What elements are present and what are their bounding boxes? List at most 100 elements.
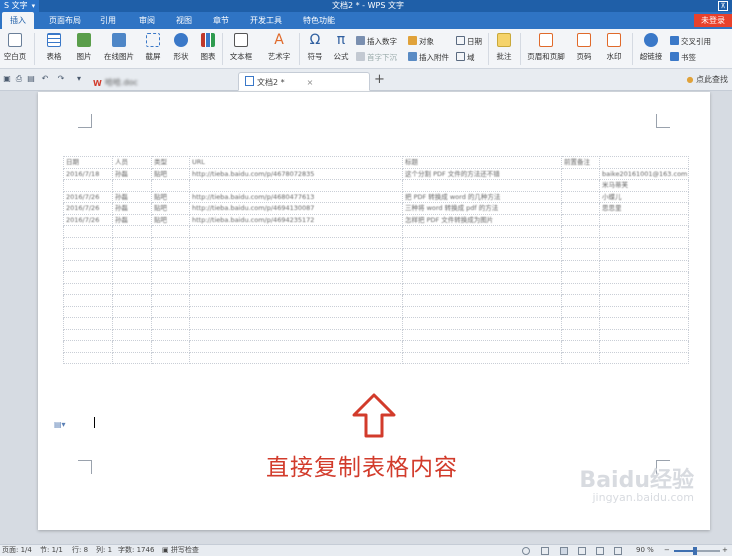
table-cell[interactable] [402,248,562,261]
print-preview-icon[interactable]: ▤ [26,74,36,84]
tab-page-layout[interactable]: 页面布局 [49,12,81,29]
table-cell[interactable] [189,271,403,284]
table-cell[interactable] [561,351,600,364]
table-cell[interactable] [63,248,113,261]
table-cell[interactable]: 三种将 word 转换成 pdf 的方法 [402,202,562,215]
chart-button[interactable]: 图表 [196,33,220,62]
table-cell[interactable] [599,259,689,272]
table-cell[interactable] [151,305,190,318]
picture-button[interactable]: 图片 [70,33,98,62]
table-cell[interactable]: 孙磊 [112,167,152,180]
pasted-table[interactable]: 日期 人员 类型 URL 标题 前置备注 2016/7/18 孙磊 贴吧 http://tieba… [63,156,689,364]
close-icon[interactable]: × [307,78,314,87]
zoom-out-icon[interactable]: − [664,545,670,556]
redo-icon[interactable]: ↷ [56,74,66,84]
online-picture-button[interactable]: 在线图片 [100,33,138,62]
table-cell[interactable] [112,248,152,261]
table-cell[interactable] [561,167,600,180]
textbox-button[interactable]: 文本框 [225,33,257,62]
symbol-button[interactable]: Ω 符号 [302,33,328,62]
table-cell[interactable] [63,351,113,364]
table-cell[interactable]: 贴吧 [151,213,190,226]
table-cell[interactable] [402,271,562,284]
table-cell[interactable] [63,179,113,192]
table-cell[interactable]: 孙磊 [112,190,152,203]
object-button[interactable]: 对象 [408,36,434,48]
table-cell[interactable] [189,294,403,307]
zoom-slider[interactable] [674,550,720,552]
table-cell[interactable] [189,328,403,341]
table-cell[interactable] [402,225,562,238]
table-cell[interactable] [561,282,600,295]
table-cell[interactable] [63,259,113,272]
document-page[interactable]: 日期 人员 类型 URL 标题 前置备注 2016/7/18 孙磊 贴吧 http://tieba… [38,92,710,530]
spell-check-toggle[interactable]: ▣ 拼写检查 [162,545,199,556]
paste-options-icon[interactable]: ▤▾ [54,420,66,429]
table-cell[interactable] [189,317,403,330]
table-cell[interactable] [402,294,562,307]
print-icon[interactable]: ⎙ [14,74,24,84]
table-cell[interactable] [112,225,152,238]
formula-button[interactable]: π 公式 [330,33,352,62]
header-footer-button[interactable]: 页眉和页脚 [524,33,568,62]
table-cell[interactable] [402,259,562,272]
table-cell[interactable]: 日期 [63,156,113,169]
table-cell[interactable] [151,179,190,192]
table-cell[interactable] [561,328,600,341]
table-cell[interactable] [402,328,562,341]
table-cell[interactable]: 孙磊 [112,202,152,215]
table-cell[interactable] [151,236,190,249]
field-button[interactable]: 域 [456,52,475,64]
cross-reference-button[interactable]: 交叉引用 [670,36,711,48]
table-cell[interactable]: 2016/7/26 [63,202,113,215]
table-cell[interactable] [151,259,190,272]
table-cell[interactable]: URL [189,156,403,169]
table-cell[interactable]: 2016/7/26 [63,213,113,226]
table-cell[interactable] [63,225,113,238]
tab-section[interactable]: 章节 [213,12,229,29]
table-cell[interactable] [561,213,600,226]
table-cell[interactable] [561,259,600,272]
table-cell[interactable] [63,317,113,330]
insert-number-button[interactable]: 插入数字 [356,36,397,48]
document-canvas[interactable]: 日期 人员 类型 URL 标题 前置备注 2016/7/18 孙磊 贴吧 http://tieba… [0,92,732,544]
table-cell[interactable]: http://tieba.baidu.com/p/4678072835 [189,167,403,180]
table-cell[interactable]: 2016/7/26 [63,190,113,203]
table-cell[interactable]: 米马蒂芙 [599,179,689,192]
table-cell[interactable] [561,340,600,353]
table-cell[interactable] [561,202,600,215]
table-cell[interactable] [561,190,600,203]
table-cell[interactable] [112,236,152,249]
table-cell[interactable] [112,271,152,284]
table-cell[interactable] [151,271,190,284]
table-cell[interactable] [151,294,190,307]
chevron-down-icon[interactable]: ▾ [74,74,84,84]
table-cell[interactable] [599,225,689,238]
table-cell[interactable]: 前置备注 [561,156,600,169]
table-cell[interactable]: baike20161001@163.com [599,167,689,180]
undo-icon[interactable]: ↶ [40,74,50,84]
table-cell[interactable] [189,179,403,192]
table-cell[interactable] [561,271,600,284]
table-cell[interactable] [63,305,113,318]
table-cell[interactable]: 贴吧 [151,190,190,203]
table-cell[interactable] [402,179,562,192]
table-cell[interactable] [599,305,689,318]
table-cell[interactable] [112,351,152,364]
table-cell[interactable]: 这个分割 PDF 文件的方法还不错 [402,167,562,180]
table-cell[interactable] [189,351,403,364]
table-cell[interactable] [561,225,600,238]
table-cell[interactable] [151,282,190,295]
table-cell[interactable] [63,236,113,249]
table-cell[interactable] [402,236,562,249]
table-cell[interactable] [112,305,152,318]
table-cell[interactable] [561,248,600,261]
table-cell[interactable] [112,328,152,341]
app-menu-button[interactable]: S 文字 ▾ [0,0,40,12]
table-cell[interactable] [402,340,562,353]
table-cell[interactable] [189,340,403,353]
table-cell[interactable] [151,351,190,364]
table-cell[interactable]: http://tieba.baidu.com/p/4694235172 [189,213,403,226]
tab-view[interactable]: 视图 [176,12,192,29]
table-cell[interactable] [189,282,403,295]
